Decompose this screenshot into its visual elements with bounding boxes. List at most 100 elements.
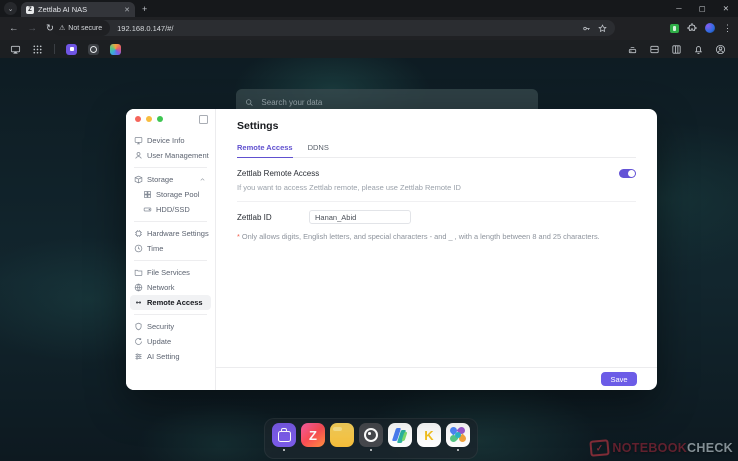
dock-item-app-center[interactable]: [272, 423, 296, 451]
chevron-down-icon[interactable]: ⌄: [4, 2, 17, 15]
extensions-puzzle-icon[interactable]: [687, 23, 697, 33]
extension-icon[interactable]: [670, 24, 679, 33]
monitor-icon: [134, 136, 143, 145]
account-icon[interactable]: [715, 44, 726, 55]
fullscreen-icon[interactable]: [199, 115, 208, 124]
search-icon: [245, 98, 253, 107]
sidebar-item-update[interactable]: Update: [130, 334, 211, 349]
nas-desktop: Device Info User Management Storage Stor…: [0, 58, 738, 461]
minimize-window-dot[interactable]: [146, 116, 152, 122]
browser-tab-strip: ⌄ Z Zettlab AI NAS ✕ + ─ ▢ ✕: [0, 0, 738, 17]
sidebar-divider: [134, 167, 207, 168]
sidebar-item-time[interactable]: Time: [130, 241, 211, 256]
nas-device-icon[interactable]: [627, 44, 638, 55]
maximize-window-dot[interactable]: [157, 116, 163, 122]
folder-icon: [134, 268, 143, 277]
sidebar-item-storage[interactable]: Storage: [130, 172, 211, 187]
content-divider: [237, 201, 636, 202]
tab-title: Zettlab AI NAS: [38, 5, 120, 14]
remote-access-toggle[interactable]: [619, 169, 636, 178]
dock-item-zettlab[interactable]: Z: [301, 423, 325, 451]
photos-flower-icon[interactable]: [446, 423, 470, 447]
notebookcheck-watermark: ✓ NOTEBOOKCHECK: [590, 440, 733, 456]
running-indicator: [370, 449, 373, 452]
dock-item-k-app[interactable]: K: [417, 423, 441, 451]
search-input[interactable]: [259, 97, 529, 108]
remote-access-toggle-label: Zettlab Remote Access: [237, 169, 319, 178]
cpu-icon: [134, 229, 143, 238]
zettlab-app-icon[interactable]: Z: [301, 423, 325, 447]
sidebar-item-hdd-ssd[interactable]: HDD/SSD: [130, 202, 211, 217]
remote-access-description: If you want to access Zettlab remote, pl…: [237, 183, 636, 192]
omnibox[interactable]: ⚠ Not secure 192.168.0.147/#/: [53, 20, 615, 36]
dock-item-files[interactable]: [330, 423, 354, 451]
dock-item-docs[interactable]: [388, 423, 412, 451]
key-icon[interactable]: [582, 24, 591, 33]
app-grid-icon[interactable]: [32, 44, 43, 55]
refresh-icon: [134, 337, 143, 346]
user-icon: [134, 151, 143, 160]
settings-sidebar: Device Info User Management Storage Stor…: [126, 109, 216, 390]
browser-tab[interactable]: Z Zettlab AI NAS ✕: [21, 2, 135, 17]
profile-avatar[interactable]: [705, 23, 715, 33]
dialog-title: Settings: [237, 120, 636, 132]
settings-content: Settings Remote Access DDNS Zettlab Remo…: [216, 109, 657, 390]
save-button[interactable]: Save: [601, 372, 637, 386]
tab-remote-access[interactable]: Remote Access: [237, 143, 293, 158]
drive-icon: [143, 205, 152, 214]
shield-icon: [134, 322, 143, 331]
settings-gear-icon[interactable]: [359, 423, 383, 447]
sidebar-item-user-management[interactable]: User Management: [130, 148, 211, 163]
sidebar-item-network[interactable]: Network: [130, 280, 211, 295]
sidebar-divider: [134, 221, 207, 222]
sidebar-item-file-services[interactable]: File Services: [130, 265, 211, 280]
sidebar-divider: [134, 260, 207, 261]
window-close-button[interactable]: ✕: [723, 4, 729, 13]
warning-icon: ⚠: [59, 24, 65, 32]
browser-menu-icon[interactable]: ⋮: [723, 23, 732, 34]
tab-close-icon[interactable]: ✕: [124, 6, 130, 14]
chevron-up-icon: [198, 176, 207, 183]
sliders-icon: [134, 352, 143, 361]
box-icon: [134, 175, 143, 184]
pinned-app-center-icon[interactable]: [66, 44, 77, 55]
zettlab-id-label: Zettlab ID: [237, 213, 309, 222]
close-window-dot[interactable]: [135, 116, 141, 122]
settings-dialog: Device Info User Management Storage Stor…: [126, 109, 657, 390]
not-secure-badge[interactable]: ⚠ Not secure: [53, 20, 110, 36]
dock-item-photos[interactable]: [446, 423, 470, 451]
taskbar-divider: [54, 44, 55, 54]
grid-icon: [143, 190, 152, 199]
tab-ddns[interactable]: DDNS: [308, 143, 329, 157]
zettlab-id-input[interactable]: [309, 210, 411, 224]
sidebar-item-ai-setting[interactable]: AI Setting: [130, 349, 211, 364]
widgets-icon[interactable]: [649, 44, 660, 55]
nas-top-taskbar: [0, 40, 738, 58]
sidebar-item-device-info[interactable]: Device Info: [130, 133, 211, 148]
globe-icon: [134, 283, 143, 292]
site-favicon: Z: [26, 6, 34, 14]
sidebar-item-hardware-settings[interactable]: Hardware Settings: [130, 226, 211, 241]
cast-icon[interactable]: [10, 44, 21, 55]
panels-icon[interactable]: [671, 44, 682, 55]
sidebar-item-security[interactable]: Security: [130, 319, 211, 334]
browser-address-bar: ← → ↻ ⚠ Not secure 192.168.0.147/#/ ⋮: [0, 17, 738, 40]
dock-item-settings[interactable]: [359, 423, 383, 451]
forward-icon[interactable]: →: [28, 23, 38, 34]
pinned-photos-icon[interactable]: [110, 44, 121, 55]
bookmark-star-icon[interactable]: [598, 24, 607, 33]
dock: Z K: [264, 418, 478, 459]
docs-app-icon[interactable]: [388, 423, 412, 447]
sidebar-item-remote-access[interactable]: Remote Access: [130, 295, 211, 310]
sidebar-item-storage-pool[interactable]: Storage Pool: [130, 187, 211, 202]
window-maximize-button[interactable]: ▢: [699, 4, 706, 13]
running-indicator: [457, 449, 460, 452]
back-icon[interactable]: ←: [9, 23, 19, 34]
pinned-control-panel-icon[interactable]: [88, 44, 99, 55]
app-center-icon[interactable]: [272, 423, 296, 447]
files-folder-icon[interactable]: [330, 423, 354, 447]
window-minimize-button[interactable]: ─: [676, 4, 681, 13]
new-tab-button[interactable]: +: [142, 4, 147, 14]
k-app-icon[interactable]: K: [417, 423, 441, 447]
notification-bell-icon[interactable]: [693, 44, 704, 55]
